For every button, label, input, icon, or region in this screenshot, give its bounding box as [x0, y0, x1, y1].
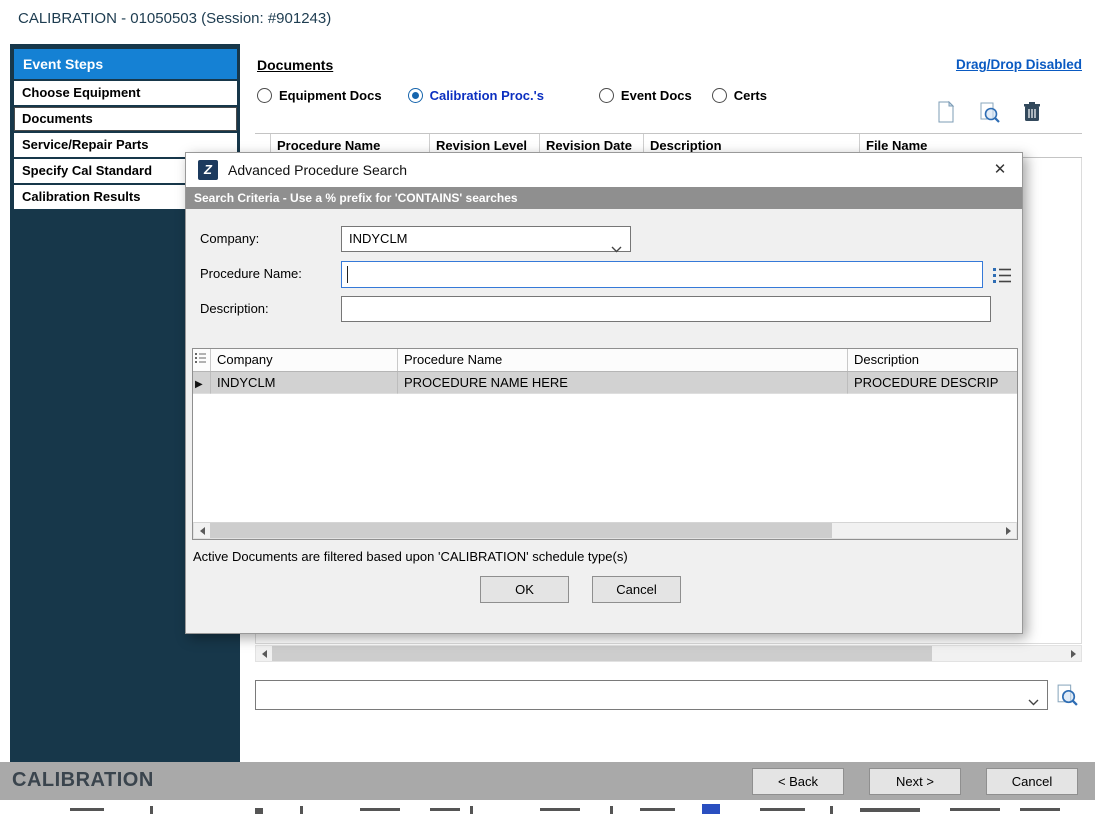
sidebar-header-event-steps: Event Steps [14, 49, 237, 79]
document-search-combobox[interactable] [255, 680, 1048, 710]
cancel-button[interactable]: Cancel [986, 768, 1078, 795]
radio-calibration-procs[interactable]: Calibration Proc.'s [408, 88, 544, 103]
description-label: Description: [200, 301, 269, 316]
dragdrop-disabled-link[interactable]: Drag/Drop Disabled [956, 57, 1082, 72]
radio-equipment-docs[interactable]: Equipment Docs [257, 88, 382, 103]
dialog-titlebar[interactable]: Z Advanced Procedure Search ✕ [186, 153, 1022, 187]
document-search-input[interactable] [260, 682, 1015, 708]
documents-panel-title: Documents [257, 57, 333, 73]
cell-description: PROCEDURE DESCRIP [848, 372, 1017, 394]
radio-label: Calibration Proc.'s [430, 88, 544, 103]
delete-icon[interactable] [1019, 99, 1045, 125]
document-type-radio-group: Equipment Docs Calibration Proc.'s Event… [257, 86, 767, 104]
scrollbar-thumb[interactable] [272, 646, 932, 661]
row-selector-arrow-icon: ▶ [195, 379, 203, 390]
close-icon[interactable]: ✕ [978, 153, 1022, 186]
advanced-procedure-search-dialog: Z Advanced Procedure Search ✕ Search Cri… [185, 152, 1023, 634]
radio-icon [257, 88, 272, 103]
scroll-right-arrow[interactable] [1065, 646, 1081, 661]
text-caret [347, 266, 348, 283]
ok-button[interactable]: OK [480, 576, 569, 603]
company-dropdown[interactable]: INDYCLM [341, 226, 631, 252]
radio-icon-checked [408, 88, 423, 103]
background-window-fragments [0, 800, 1095, 820]
grid-horizontal-scrollbar[interactable] [193, 522, 1017, 539]
document-search-button[interactable] [1053, 681, 1081, 709]
documents-toolbar [933, 99, 1045, 125]
sidebar-item-documents[interactable]: Documents [14, 107, 237, 131]
scroll-left-arrow[interactable] [194, 523, 210, 538]
filter-note: Active Documents are filtered based upon… [193, 549, 628, 564]
radio-icon [599, 88, 614, 103]
sidebar-item-choose-equipment[interactable]: Choose Equipment [14, 81, 237, 105]
radio-certs[interactable]: Certs [712, 88, 767, 103]
radio-label: Event Docs [621, 88, 692, 103]
grid-col-company[interactable]: Company [211, 349, 398, 371]
footer-title: CALIBRATION [12, 769, 154, 792]
back-button[interactable]: < Back [752, 768, 844, 795]
procedure-name-label: Procedure Name: [200, 266, 302, 281]
search-criteria-banner: Search Criteria - Use a % prefix for 'CO… [186, 187, 1022, 209]
list-lookup-icon[interactable] [989, 262, 1015, 288]
scroll-left-arrow[interactable] [256, 646, 272, 661]
company-value: INDYCLM [349, 231, 408, 246]
scrollbar-thumb[interactable] [210, 523, 832, 538]
scroll-right-arrow[interactable] [1000, 523, 1016, 538]
procedure-name-input[interactable] [341, 261, 983, 288]
next-button[interactable]: Next > [869, 768, 961, 795]
dialog-title: Advanced Procedure Search [228, 153, 407, 187]
documents-horizontal-scrollbar[interactable] [255, 645, 1082, 662]
cell-procedure-name: PROCEDURE NAME HERE [398, 372, 848, 394]
grid-empty-area [193, 394, 1017, 522]
description-input[interactable] [341, 296, 991, 322]
radio-icon [712, 88, 727, 103]
grid-col-description[interactable]: Description [848, 349, 1017, 371]
new-document-icon[interactable] [933, 99, 959, 125]
radio-label: Equipment Docs [279, 88, 382, 103]
grid-header-row: Company Procedure Name Description [193, 349, 1017, 372]
radio-event-docs[interactable]: Event Docs [599, 88, 692, 103]
search-preview-icon[interactable] [976, 99, 1002, 125]
grid-col-procedure-name[interactable]: Procedure Name [398, 349, 848, 371]
procedure-results-grid: Company Procedure Name Description ▶ IND… [192, 348, 1018, 540]
chevron-down-icon [611, 237, 622, 261]
company-label: Company: [200, 231, 259, 246]
grid-corner-list-icon [193, 349, 211, 371]
cell-company: INDYCLM [211, 372, 398, 394]
chevron-down-icon[interactable] [1028, 693, 1039, 711]
radio-label: Certs [734, 88, 767, 103]
dialog-cancel-button[interactable]: Cancel [592, 576, 681, 603]
window-titlebar: CALIBRATION - 01050503 (Session: #901243… [0, 0, 1095, 40]
window-title: CALIBRATION - 01050503 (Session: #901243… [18, 10, 331, 27]
app-logo-icon: Z [198, 160, 218, 180]
app-window: CALIBRATION - 01050503 (Session: #901243… [0, 0, 1095, 820]
grid-row-selected[interactable]: ▶ INDYCLM PROCEDURE NAME HERE PROCEDURE … [193, 372, 1017, 394]
